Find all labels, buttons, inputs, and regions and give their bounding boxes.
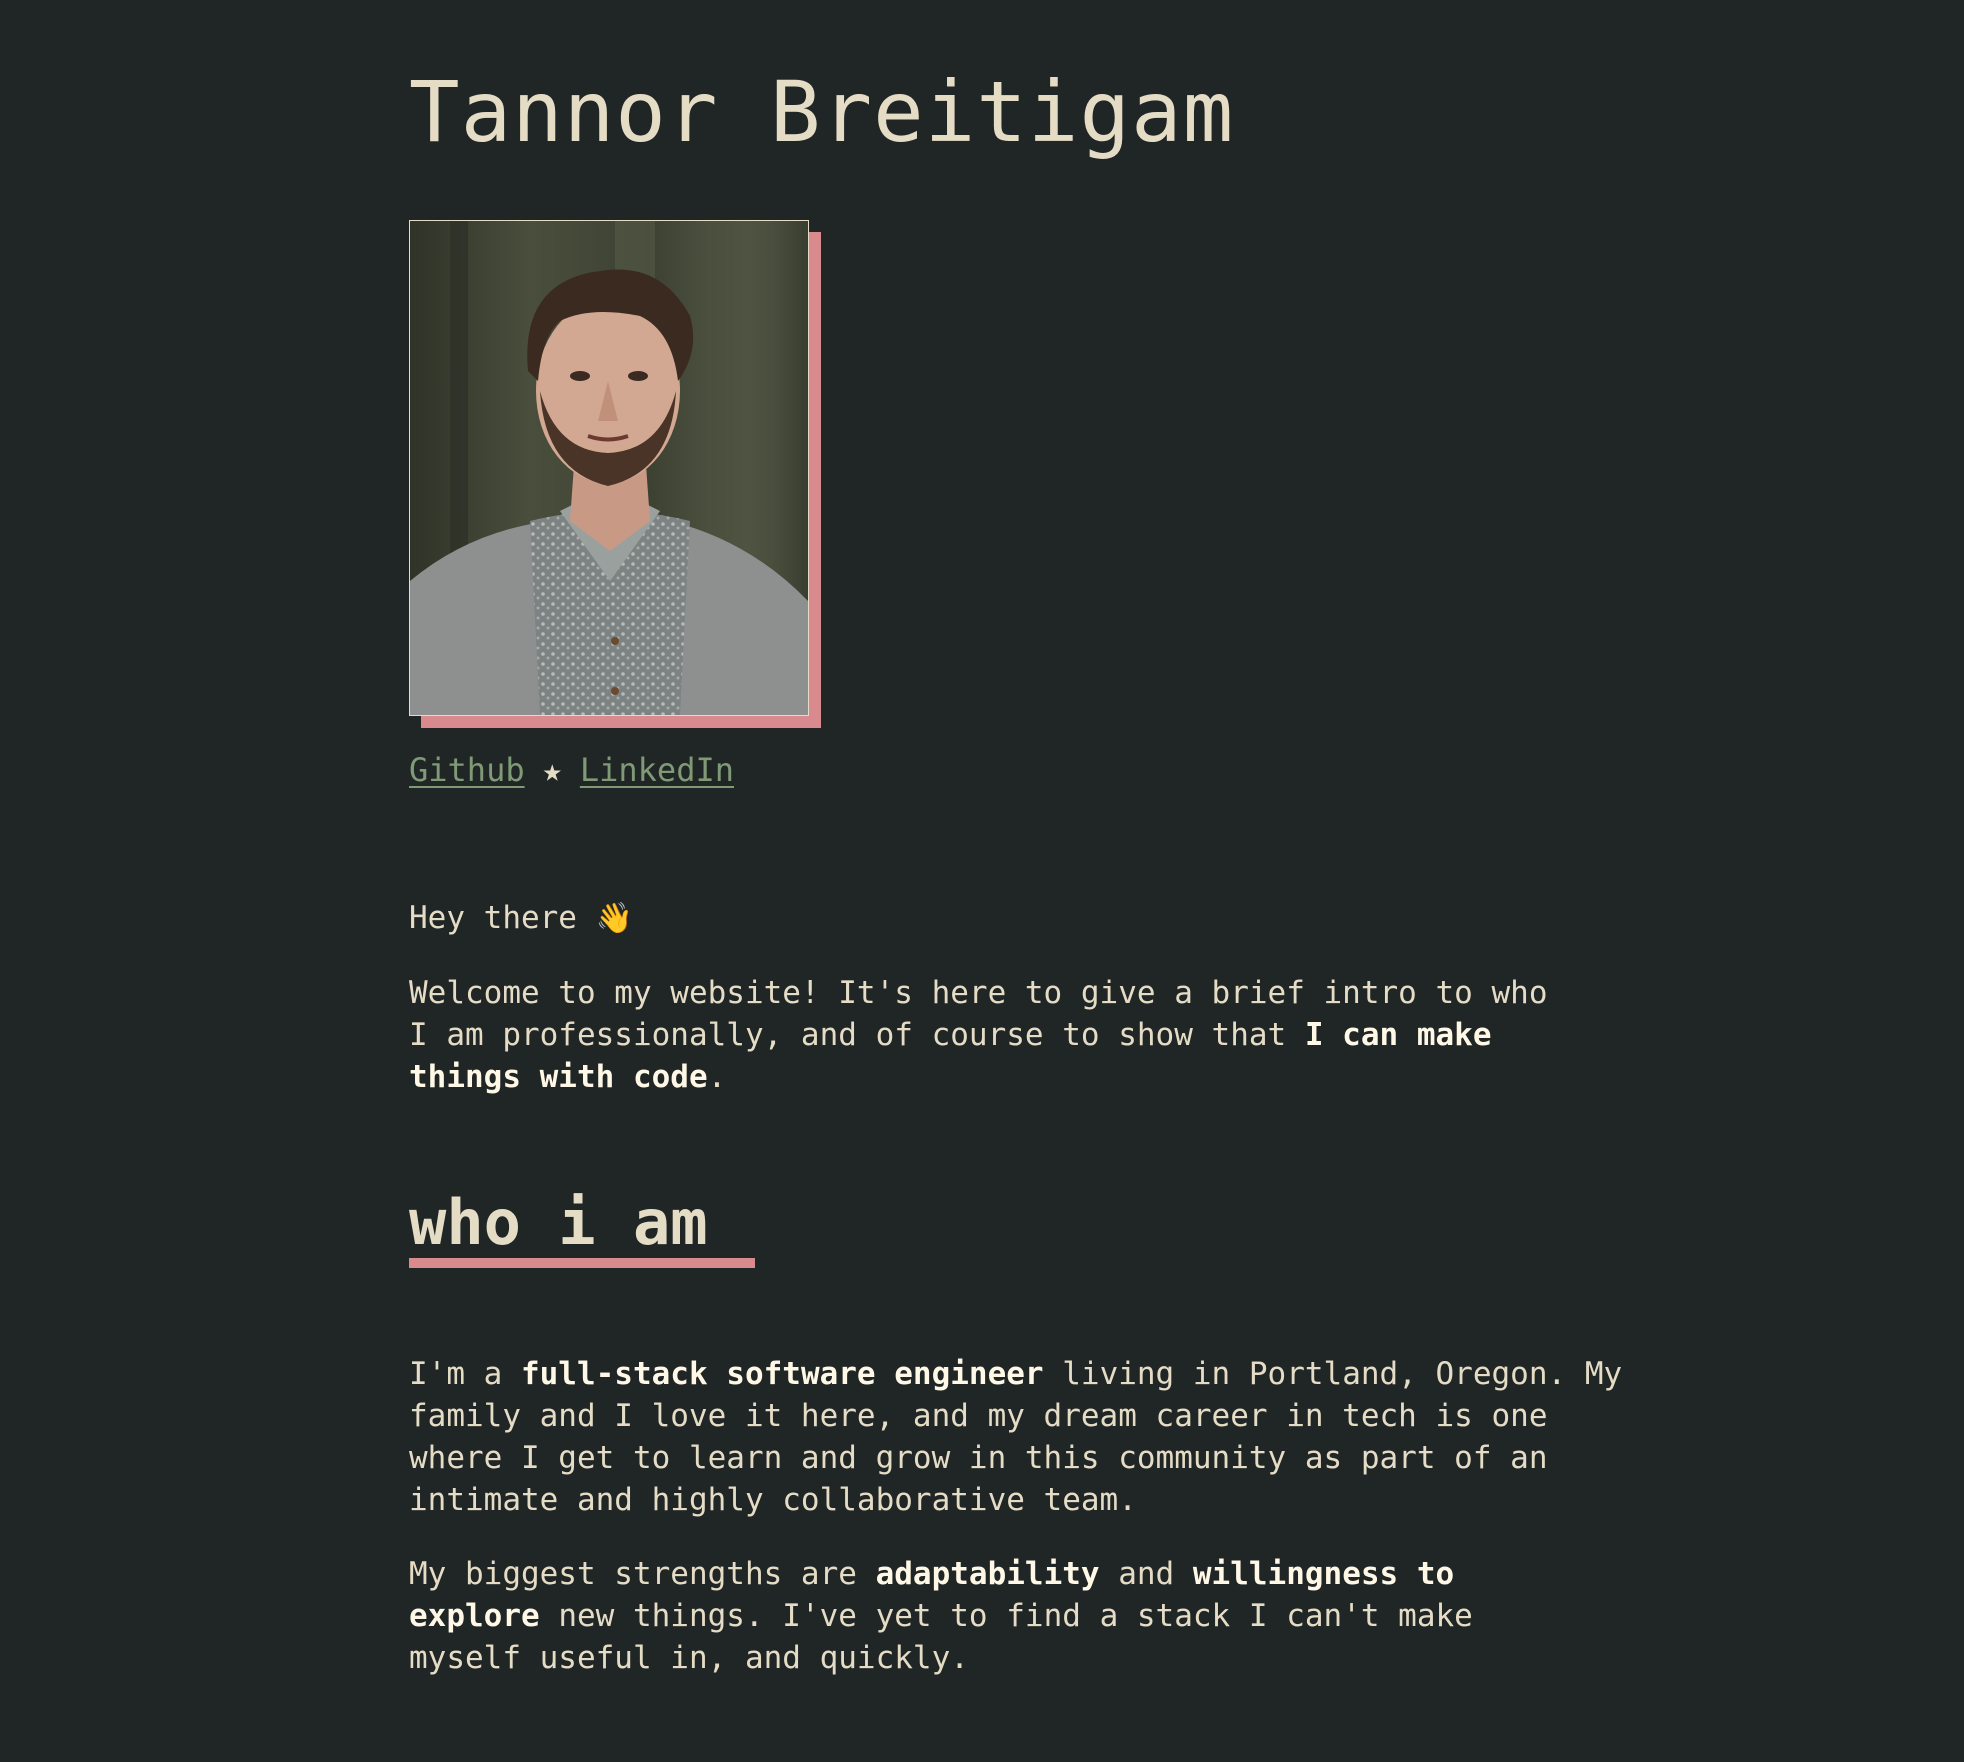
portrait-frame: [409, 220, 821, 728]
welcome-paragraph: Welcome to my website! It's here to give…: [409, 972, 1569, 1098]
greeting-text: Hey there: [409, 900, 577, 936]
portrait-photo: [409, 220, 809, 716]
social-links: Github ★ LinkedIn: [409, 750, 734, 790]
about-paragraph-2: My biggest strengths are adaptability an…: [409, 1553, 1569, 1679]
section-title-underline: [409, 1258, 755, 1268]
about-paragraph-1: I'm a full-stack software engineer livin…: [409, 1353, 1629, 1521]
about-p1-start: I'm a: [409, 1356, 521, 1392]
github-link[interactable]: Github: [409, 751, 525, 789]
star-separator-icon: ★: [542, 751, 562, 789]
portrait-illustration: [410, 221, 808, 715]
welcome-end: .: [707, 1059, 727, 1095]
about-p2-bold-1: adaptability: [875, 1556, 1100, 1592]
about-p2-rest: new things. I've yet to find a stack I c…: [409, 1598, 1473, 1676]
greeting: Hey there 👋: [409, 897, 633, 940]
linkedin-link[interactable]: LinkedIn: [580, 751, 734, 789]
about-p2-mid: and: [1099, 1556, 1193, 1592]
about-p1-bold: full-stack software engineer: [520, 1356, 1044, 1392]
about-p2-start: My biggest strengths are: [409, 1556, 876, 1592]
section-title-who-i-am: who i am: [409, 1186, 708, 1259]
page: Tannor Breitigam Github ★ LinkedIn Hey t…: [0, 0, 1964, 1762]
site-title: Tannor Breitigam: [409, 63, 1235, 161]
waving-hand-icon: 👋: [595, 901, 634, 936]
